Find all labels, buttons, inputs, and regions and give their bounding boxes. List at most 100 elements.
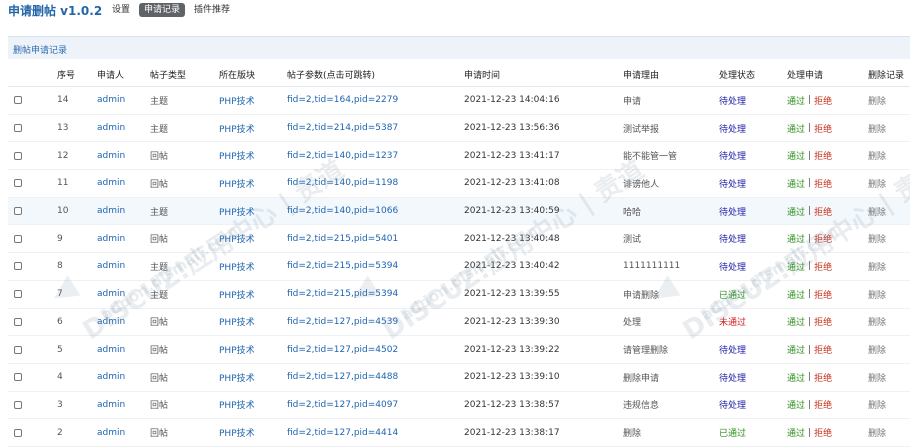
row-checkbox[interactable] bbox=[14, 336, 22, 363]
row-param-link[interactable]: fid=2,tid=215,pid=5394 bbox=[287, 253, 398, 280]
row-forum-link[interactable]: PHP技术 bbox=[219, 364, 255, 391]
reject-link[interactable]: 拒绝 bbox=[814, 260, 832, 273]
row-checkbox[interactable] bbox=[14, 142, 22, 169]
reject-link[interactable]: 拒绝 bbox=[814, 288, 832, 301]
delete-link[interactable]: 删除 bbox=[868, 225, 886, 252]
row-param-link[interactable]: fid=2,tid=140,pid=1237 bbox=[287, 142, 398, 169]
row-user-link[interactable]: admin bbox=[97, 115, 125, 142]
row-param-link[interactable]: fid=2,tid=127,pid=4488 bbox=[287, 364, 398, 391]
delete-link[interactable]: 删除 bbox=[868, 281, 886, 308]
row-forum-link[interactable]: PHP技术 bbox=[219, 115, 255, 142]
row-forum-link[interactable]: PHP技术 bbox=[219, 142, 255, 169]
row-user-link[interactable]: admin bbox=[97, 87, 125, 114]
checkbox-box[interactable] bbox=[14, 151, 22, 160]
row-param-link[interactable]: fid=2,tid=127,pid=4502 bbox=[287, 336, 398, 363]
row-checkbox[interactable] bbox=[14, 198, 22, 225]
approve-link[interactable]: 通过 bbox=[787, 232, 805, 245]
row-forum-link[interactable]: PHP技术 bbox=[219, 281, 255, 308]
row-param-link[interactable]: fid=2,tid=140,pid=1066 bbox=[287, 198, 398, 225]
delete-link[interactable]: 删除 bbox=[868, 253, 886, 280]
row-param-link[interactable]: fid=2,tid=140,pid=1198 bbox=[287, 170, 398, 197]
row-forum-link[interactable]: PHP技术 bbox=[219, 87, 255, 114]
reject-link[interactable]: 拒绝 bbox=[814, 94, 832, 107]
row-user-link[interactable]: admin bbox=[97, 170, 125, 197]
row-user-link[interactable]: admin bbox=[97, 142, 125, 169]
row-forum-link[interactable]: PHP技术 bbox=[219, 170, 255, 197]
row-param-link[interactable]: fid=2,tid=215,pid=5401 bbox=[287, 225, 398, 252]
delete-link[interactable]: 删除 bbox=[868, 115, 886, 142]
row-forum-link[interactable]: PHP技术 bbox=[219, 198, 255, 225]
row-user-link[interactable]: admin bbox=[97, 281, 125, 308]
row-forum-link[interactable]: PHP技术 bbox=[219, 336, 255, 363]
row-checkbox[interactable] bbox=[14, 309, 22, 336]
row-checkbox[interactable] bbox=[14, 253, 22, 280]
checkbox-box[interactable] bbox=[14, 234, 22, 243]
checkbox-box[interactable] bbox=[14, 345, 22, 354]
reject-link[interactable]: 拒绝 bbox=[814, 426, 832, 439]
row-forum-link[interactable]: PHP技术 bbox=[219, 419, 255, 446]
reject-link[interactable]: 拒绝 bbox=[814, 315, 832, 328]
reject-link[interactable]: 拒绝 bbox=[814, 398, 832, 411]
approve-link[interactable]: 通过 bbox=[787, 371, 805, 384]
checkbox-box[interactable] bbox=[14, 317, 22, 326]
approve-link[interactable]: 通过 bbox=[787, 288, 805, 301]
delete-link[interactable]: 删除 bbox=[868, 142, 886, 169]
checkbox-box[interactable] bbox=[14, 179, 22, 188]
approve-link[interactable]: 通过 bbox=[787, 149, 805, 162]
row-user-link[interactable]: admin bbox=[97, 198, 125, 225]
row-checkbox[interactable] bbox=[14, 170, 22, 197]
reject-link[interactable]: 拒绝 bbox=[814, 177, 832, 190]
approve-link[interactable]: 通过 bbox=[787, 426, 805, 439]
delete-link[interactable]: 删除 bbox=[868, 87, 886, 114]
approve-link[interactable]: 通过 bbox=[787, 205, 805, 218]
row-forum-link[interactable]: PHP技术 bbox=[219, 253, 255, 280]
checkbox-box[interactable] bbox=[14, 96, 22, 105]
delete-link[interactable]: 删除 bbox=[868, 198, 886, 225]
row-user-link[interactable]: admin bbox=[97, 336, 125, 363]
checkbox-box[interactable] bbox=[14, 400, 22, 409]
row-user-link[interactable]: admin bbox=[97, 419, 125, 446]
checkbox-box[interactable] bbox=[14, 124, 22, 133]
approve-link[interactable]: 通过 bbox=[787, 122, 805, 135]
row-param-link[interactable]: fid=2,tid=127,pid=4414 bbox=[287, 419, 398, 446]
row-user-link[interactable]: admin bbox=[97, 225, 125, 252]
approve-link[interactable]: 通过 bbox=[787, 398, 805, 411]
delete-link[interactable]: 删除 bbox=[868, 419, 886, 446]
row-forum-link[interactable]: PHP技术 bbox=[219, 309, 255, 336]
approve-link[interactable]: 通过 bbox=[787, 343, 805, 356]
reject-link[interactable]: 拒绝 bbox=[814, 205, 832, 218]
row-param-link[interactable]: fid=2,tid=214,pid=5387 bbox=[287, 115, 398, 142]
reject-link[interactable]: 拒绝 bbox=[814, 343, 832, 356]
checkbox-box[interactable] bbox=[14, 428, 22, 437]
row-user-link[interactable]: admin bbox=[97, 253, 125, 280]
checkbox-box[interactable] bbox=[14, 262, 22, 271]
checkbox-box[interactable] bbox=[14, 373, 22, 382]
tab-settings[interactable]: 设置 bbox=[107, 3, 135, 17]
row-user-link[interactable]: admin bbox=[97, 392, 125, 419]
tab-recommend[interactable]: 插件推荐 bbox=[189, 3, 235, 17]
approve-link[interactable]: 通过 bbox=[787, 94, 805, 107]
delete-link[interactable]: 删除 bbox=[868, 170, 886, 197]
row-user-link[interactable]: admin bbox=[97, 309, 125, 336]
row-checkbox[interactable] bbox=[14, 364, 22, 391]
delete-link[interactable]: 删除 bbox=[868, 336, 886, 363]
row-param-link[interactable]: fid=2,tid=215,pid=5394 bbox=[287, 281, 398, 308]
delete-link[interactable]: 删除 bbox=[868, 309, 886, 336]
approve-link[interactable]: 通过 bbox=[787, 177, 805, 190]
row-forum-link[interactable]: PHP技术 bbox=[219, 225, 255, 252]
tab-records[interactable]: 申请记录 bbox=[139, 3, 186, 17]
reject-link[interactable]: 拒绝 bbox=[814, 149, 832, 162]
approve-link[interactable]: 通过 bbox=[787, 315, 805, 328]
approve-link[interactable]: 通过 bbox=[787, 260, 805, 273]
row-user-link[interactable]: admin bbox=[97, 364, 125, 391]
row-param-link[interactable]: fid=2,tid=127,pid=4539 bbox=[287, 309, 398, 336]
row-forum-link[interactable]: PHP技术 bbox=[219, 392, 255, 419]
checkbox-box[interactable] bbox=[14, 207, 22, 216]
row-checkbox[interactable] bbox=[14, 281, 22, 308]
row-checkbox[interactable] bbox=[14, 87, 22, 114]
reject-link[interactable]: 拒绝 bbox=[814, 371, 832, 384]
reject-link[interactable]: 拒绝 bbox=[814, 232, 832, 245]
row-checkbox[interactable] bbox=[14, 419, 22, 446]
row-checkbox[interactable] bbox=[14, 392, 22, 419]
reject-link[interactable]: 拒绝 bbox=[814, 122, 832, 135]
